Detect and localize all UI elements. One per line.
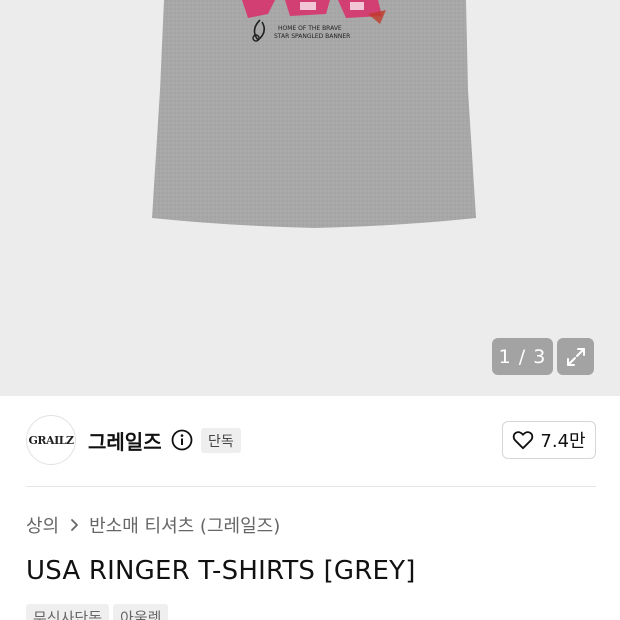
print-text-line-1: HOME OF THE BRAVE xyxy=(278,25,342,32)
like-count: 7.4만 xyxy=(540,431,586,452)
product-image: HOME OF THE BRAVE STAR SPANGLED BANNER xyxy=(152,0,476,228)
product-tag[interactable]: 아울렛 xyxy=(113,604,169,620)
print-text-line-2: STAR SPANGLED BANNER xyxy=(274,33,350,40)
brand-name[interactable]: 그레일즈 xyxy=(88,426,162,455)
expand-image-button[interactable] xyxy=(557,338,594,375)
info-icon[interactable] xyxy=(171,429,193,451)
brand-row: GRAILZ 그레일즈 단독 7.4만 xyxy=(26,414,596,466)
brand-logo-text: GRAILZ xyxy=(28,433,74,447)
breadcrumb-category[interactable]: 상의 xyxy=(26,512,59,538)
breadcrumb-subcategory[interactable]: 반소매 티셔츠 (그레일즈) xyxy=(89,512,280,538)
product-tag[interactable]: 무신사단독 xyxy=(26,604,110,620)
breadcrumb: 상의 반소매 티셔츠 (그레일즈) xyxy=(26,512,280,538)
image-counter: 1 / 3 xyxy=(492,338,553,375)
brand-logo[interactable]: GRAILZ xyxy=(26,415,76,465)
product-tags: 무신사단독 아울렛 xyxy=(26,604,169,620)
divider xyxy=(26,486,596,487)
product-image-gallery[interactable]: HOME OF THE BRAVE STAR SPANGLED BANNER 1… xyxy=(0,0,620,396)
chevron-right-icon xyxy=(71,519,79,531)
product-title: USA RINGER T-SHIRTS [GREY] xyxy=(26,556,416,586)
heart-icon xyxy=(513,431,534,450)
expand-icon xyxy=(566,347,585,366)
like-button[interactable]: 7.4만 xyxy=(502,421,596,459)
exclusive-badge: 단독 xyxy=(201,428,241,453)
